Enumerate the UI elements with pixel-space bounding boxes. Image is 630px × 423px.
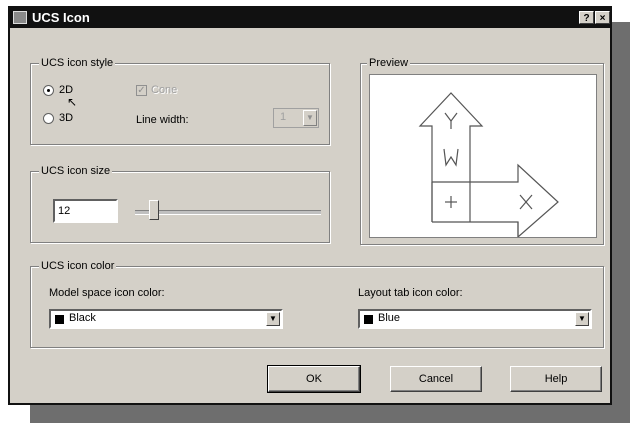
radio-2d[interactable] (43, 85, 54, 96)
preview-legend: Preview (367, 56, 411, 70)
ucs-icon-dialog: UCS Icon ? × UCS icon style 2D ↖ 3D ✓ Co… (8, 6, 612, 405)
cone-label: Cone (151, 84, 178, 96)
radio-3d-label[interactable]: 3D (59, 111, 73, 125)
model-space-color-select[interactable]: Black ▼ (49, 309, 283, 329)
layout-tab-color-label: Layout tab icon color: (358, 287, 463, 299)
model-color-swatch (55, 315, 64, 324)
icon-size-input[interactable]: 12 (53, 199, 118, 223)
line-width-label: Line width: (136, 114, 189, 126)
layout-tab-color-value: Blue (378, 312, 401, 324)
icon-size-slider-track[interactable] (135, 210, 321, 215)
ucs-icon-color-legend: UCS icon color (39, 259, 117, 273)
help-button[interactable]: Help (510, 366, 602, 392)
help-title-button[interactable]: ? (579, 11, 594, 24)
model-space-color-label: Model space icon color: (49, 287, 165, 299)
app-icon (13, 11, 27, 24)
ucs-icon-preview (418, 92, 559, 239)
close-button[interactable]: × (595, 11, 610, 24)
ucs-icon-size-legend: UCS icon size (39, 164, 113, 178)
ok-button[interactable]: OK (267, 365, 361, 393)
radio-3d[interactable] (43, 113, 54, 124)
layout-color-swatch (364, 315, 373, 324)
preview-canvas (369, 74, 597, 239)
ucs-icon-color-group: UCS icon color Model space icon color: B… (30, 259, 604, 348)
spinner-arrow-icon[interactable]: ▼ (303, 110, 317, 126)
chevron-down-icon[interactable]: ▼ (266, 312, 280, 326)
line-width-spinner[interactable]: 1 ▼ (273, 108, 319, 128)
ucs-icon-size-group: UCS icon size 12 (30, 164, 330, 243)
help-button-label: Help (544, 373, 568, 385)
cone-checkbox[interactable]: ✓ (136, 85, 147, 96)
icon-size-slider-thumb[interactable] (149, 200, 159, 220)
model-space-color-value: Black (69, 312, 96, 324)
ucs-icon-style-legend: UCS icon style (39, 56, 116, 70)
title-bar[interactable]: UCS Icon ? × (10, 8, 610, 28)
cancel-button[interactable]: Cancel (390, 366, 482, 392)
preview-group: Preview (360, 56, 604, 245)
mouse-cursor-icon: ↖ (67, 95, 78, 109)
window-title: UCS Icon (32, 10, 90, 25)
chevron-down-icon[interactable]: ▼ (575, 312, 589, 326)
layout-tab-color-select[interactable]: Blue ▼ (358, 309, 592, 329)
line-width-value: 1 (280, 111, 287, 123)
ucs-icon-style-group: UCS icon style 2D ↖ 3D ✓ Cone Line width… (30, 56, 330, 145)
